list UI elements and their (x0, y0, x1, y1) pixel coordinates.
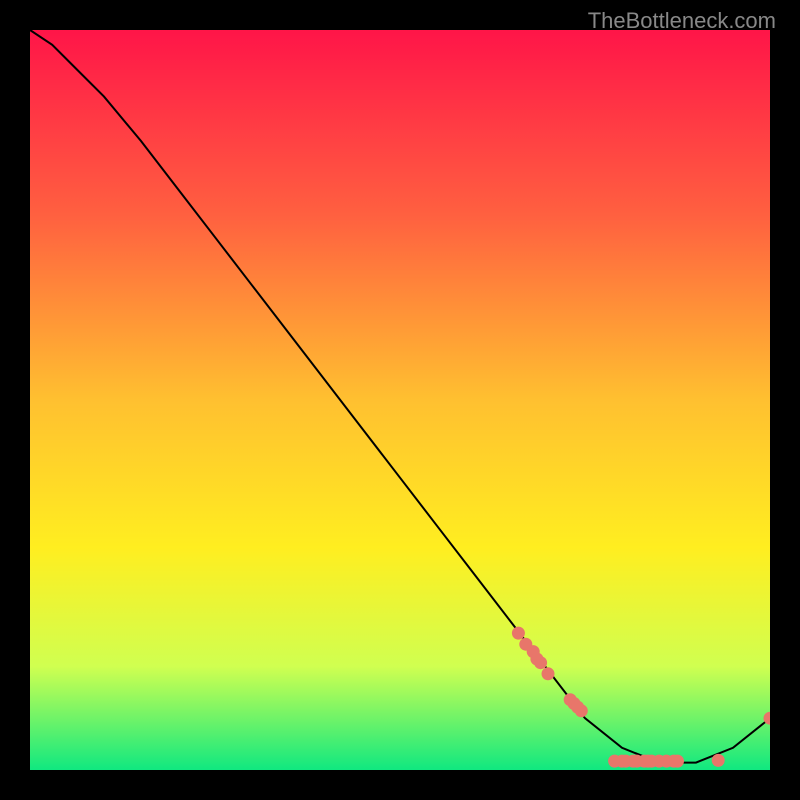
data-marker (534, 656, 547, 669)
data-marker (712, 754, 725, 767)
data-marker (512, 627, 525, 640)
watermark-text: TheBottleneck.com (588, 8, 776, 34)
chart-svg (30, 30, 770, 770)
data-marker (542, 667, 555, 680)
data-marker (575, 704, 588, 717)
data-marker (671, 755, 684, 768)
chart-area (30, 30, 770, 770)
